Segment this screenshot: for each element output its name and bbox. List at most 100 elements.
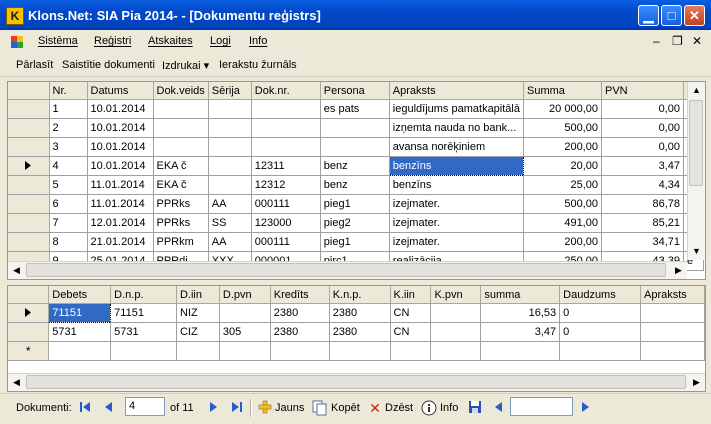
table-cell[interactable]: PPRks [153, 194, 209, 214]
close-button[interactable]: ✕ [684, 5, 705, 26]
table-cell[interactable]: 11.01.2014 [87, 175, 154, 195]
scroll-down-icon[interactable]: ▼ [688, 243, 705, 260]
table-cell[interactable]: avansa norēķiniem [389, 137, 524, 157]
column-header[interactable]: Kredīts [270, 286, 330, 304]
menu-atskaites[interactable]: Atskaites [148, 35, 193, 47]
table-cell[interactable] [270, 341, 330, 361]
table-cell[interactable]: 10.01.2014 [87, 99, 154, 119]
scroll-up-icon[interactable]: ▲ [688, 82, 705, 99]
add-icon[interactable] [257, 400, 273, 416]
vscroll-thumb[interactable] [689, 100, 703, 186]
table-cell[interactable]: AA [208, 232, 252, 252]
table-cell[interactable] [153, 118, 209, 138]
table-cell[interactable]: 000111 [251, 194, 321, 214]
table-cell[interactable]: izņemta nauda no bank... [389, 118, 524, 138]
table-cell[interactable]: izejmater. [389, 232, 524, 252]
table-cell[interactable]: pieg1 [320, 194, 390, 214]
table-cell[interactable] [153, 137, 209, 157]
table-cell[interactable] [430, 303, 482, 323]
table-row[interactable]: 4 10.01.2014 EKA č 12311 benz benzīns 20,00 3,4… [8, 156, 704, 176]
table-cell[interactable]: 8 [49, 232, 88, 252]
row-selector[interactable] [8, 137, 50, 157]
column-header[interactable]: Nr. [49, 82, 88, 100]
row-selector[interactable] [8, 118, 50, 138]
table-cell[interactable]: 500,00 [523, 118, 602, 138]
table-cell[interactable]: 0,00 [601, 137, 684, 157]
mdi-minimize-icon[interactable]: – [653, 34, 660, 48]
save-icon[interactable] [467, 400, 483, 416]
scroll-right-icon[interactable]: ▶ [688, 374, 705, 391]
table-cell[interactable]: 34,71 [601, 232, 684, 252]
new-row-marker[interactable]: * [8, 341, 50, 361]
copy-icon[interactable] [312, 400, 328, 416]
column-header[interactable]: Apraksts [640, 286, 705, 304]
table-cell[interactable]: 500,00 [523, 194, 602, 214]
table-cell[interactable]: benz [320, 175, 390, 195]
new-row[interactable]: * [8, 341, 705, 361]
column-header[interactable]: K.iin [390, 286, 432, 304]
info-button[interactable]: Info [440, 402, 458, 414]
column-header[interactable]: Apraksts [389, 82, 524, 100]
table-cell[interactable]: 200,00 [523, 232, 602, 252]
scroll-left-icon[interactable]: ◀ [8, 262, 25, 279]
row-header-corner[interactable] [8, 82, 50, 100]
table-cell[interactable]: 12.01.2014 [87, 213, 154, 233]
row-header-corner[interactable] [8, 286, 50, 304]
table-cell[interactable]: 85,21 [601, 213, 684, 233]
table-cell[interactable]: 5731 [110, 322, 177, 342]
table-cell[interactable]: 0 [559, 322, 641, 342]
column-header[interactable]: PVN [601, 82, 684, 100]
find-input[interactable] [510, 397, 573, 416]
menu-logi[interactable]: Logi [210, 35, 231, 47]
table-row[interactable]: 310.01.2014avansa norēķiniem200,000,00e [8, 137, 704, 157]
table-cell[interactable]: CIZ [176, 322, 220, 342]
column-header[interactable]: Summa [523, 82, 602, 100]
table-cell[interactable]: 2 [49, 118, 88, 138]
table-cell[interactable]: pieg1 [320, 232, 390, 252]
table-cell[interactable]: CN [390, 303, 432, 323]
table-cell[interactable]: 86,78 [601, 194, 684, 214]
minimize-button[interactable]: ▁ [638, 5, 659, 26]
copy-button[interactable]: Kopēt [331, 402, 360, 414]
table-cell[interactable] [329, 341, 391, 361]
column-header[interactable]: Dok.nr. [251, 82, 321, 100]
table-cell[interactable]: 21.01.2014 [87, 232, 154, 252]
column-header[interactable]: Daudzums [559, 286, 641, 304]
row-selector[interactable] [8, 156, 50, 176]
documents-grid[interactable]: Nr. Datums Dok.veids Sērija Dok.nr. Persona Ap… [7, 81, 706, 280]
documents-vscroll[interactable]: ▲ ▼ [687, 82, 705, 260]
column-header[interactable]: summa [480, 286, 561, 304]
table-cell[interactable]: EKA č [153, 156, 209, 176]
table-cell[interactable]: 5 [49, 175, 88, 195]
table-cell[interactable]: 5731 [48, 322, 112, 342]
column-header[interactable]: K.n.p. [329, 286, 391, 304]
table-cell[interactable]: 1 [49, 99, 88, 119]
table-cell[interactable] [176, 341, 220, 361]
table-cell[interactable]: 10.01.2014 [87, 156, 154, 176]
find-next-icon[interactable] [577, 400, 593, 416]
table-cell[interactable]: AA [208, 194, 252, 214]
column-header[interactable]: K.pvn [430, 286, 482, 304]
table-cell[interactable]: 7 [49, 213, 88, 233]
table-cell[interactable]: SS [208, 213, 252, 233]
row-selector[interactable] [8, 322, 50, 342]
table-cell[interactable]: 2380 [329, 322, 391, 342]
table-cell[interactable]: pieg2 [320, 213, 390, 233]
table-cell[interactable] [48, 341, 112, 361]
documents-hscroll[interactable]: ◀ ▶ [8, 261, 687, 279]
column-header[interactable]: Sērija [208, 82, 252, 100]
table-cell[interactable]: 16,53 [480, 303, 561, 323]
table-cell[interactable]: benzīns [388, 156, 524, 176]
table-cell[interactable]: 71151 [48, 303, 112, 323]
table-cell[interactable]: 3 [49, 137, 88, 157]
next-record-icon[interactable] [205, 400, 221, 416]
related-docs-button[interactable]: Saistītie dokumenti [62, 59, 155, 71]
table-row[interactable]: 8 21.01.2014 PPRkm AA 000111 pieg1 izejmater. 2… [8, 232, 704, 252]
table-cell[interactable]: 3,47 [601, 156, 684, 176]
table-cell[interactable]: ieguldījums pamatkapitālā [389, 99, 524, 119]
table-cell[interactable]: 000111 [251, 232, 321, 252]
delete-icon[interactable]: ✕ [367, 400, 383, 416]
table-cell[interactable]: 491,00 [523, 213, 602, 233]
table-cell[interactable] [640, 303, 705, 323]
table-cell[interactable] [153, 99, 209, 119]
